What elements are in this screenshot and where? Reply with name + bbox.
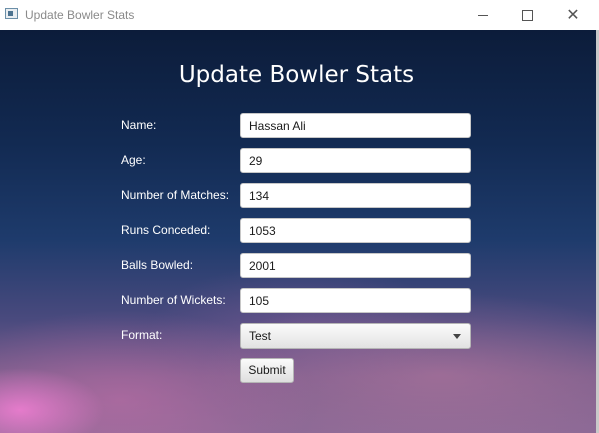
maximize-button[interactable] xyxy=(504,0,550,30)
submit-button[interactable]: Submit xyxy=(240,358,294,383)
matches-label: Number of Matches: xyxy=(121,188,230,202)
app-window-icon xyxy=(5,8,18,19)
wickets-row: Number of Wickets: xyxy=(0,288,599,314)
balls-bowled-input[interactable] xyxy=(240,253,471,278)
format-row: Format: Test xyxy=(0,323,599,349)
close-button[interactable]: ✕ xyxy=(550,0,596,30)
name-input[interactable] xyxy=(240,113,471,138)
minimize-icon xyxy=(478,14,488,16)
chevron-down-icon xyxy=(453,334,461,339)
age-input[interactable] xyxy=(240,148,471,173)
runs-conceded-label: Runs Conceded: xyxy=(121,223,211,237)
matches-row: Number of Matches: xyxy=(0,183,599,209)
age-label: Age: xyxy=(121,153,146,167)
maximize-icon xyxy=(521,9,533,21)
format-selected-value: Test xyxy=(249,329,272,343)
form-panel: Update Bowler Stats Name: Age: Number of… xyxy=(0,30,599,433)
page-title: Update Bowler Stats xyxy=(178,62,415,88)
balls-bowled-label: Balls Bowled: xyxy=(121,258,194,272)
age-row: Age: xyxy=(0,148,599,174)
close-icon: ✕ xyxy=(566,7,580,24)
format-label: Format: xyxy=(121,328,163,342)
name-label: Name: xyxy=(121,118,157,132)
matches-input[interactable] xyxy=(240,183,471,208)
minimize-button[interactable] xyxy=(460,0,506,30)
title-bar: Update Bowler Stats ✕ xyxy=(0,0,599,30)
format-select[interactable]: Test xyxy=(240,323,471,349)
name-row: Name: xyxy=(0,113,599,139)
runs-conceded-input[interactable] xyxy=(240,218,471,243)
runs-row: Runs Conceded: xyxy=(0,218,599,244)
balls-row: Balls Bowled: xyxy=(0,253,599,279)
wickets-input[interactable] xyxy=(240,288,471,313)
wickets-label: Number of Wickets: xyxy=(121,293,226,307)
window-title: Update Bowler Stats xyxy=(25,8,135,22)
